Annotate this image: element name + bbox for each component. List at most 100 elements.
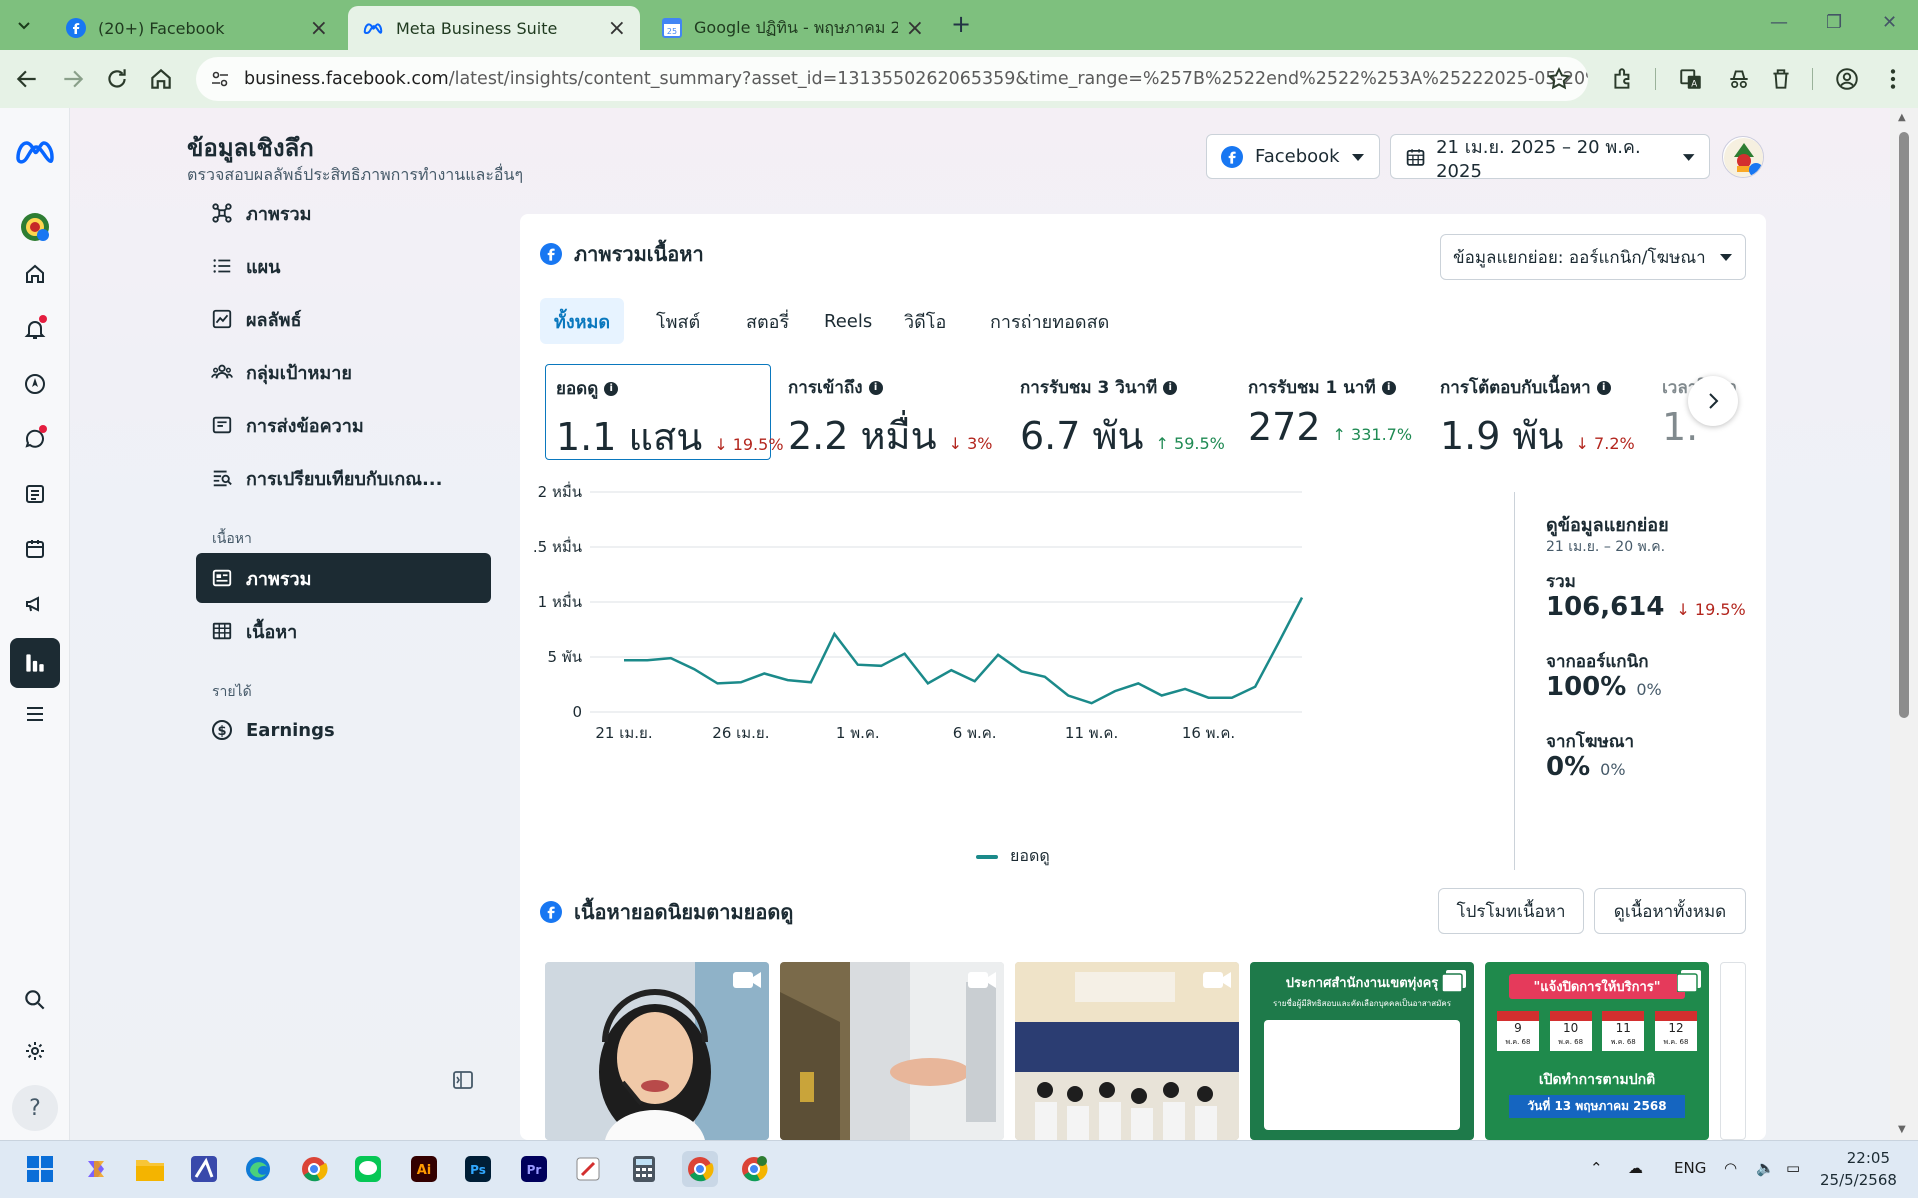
sidebar-item-audience[interactable]: กลุ่มเป้าหมาย <box>196 347 491 397</box>
bookmark-star-icon[interactable] <box>1546 66 1572 92</box>
forward-icon[interactable] <box>60 66 86 92</box>
onedrive-icon[interactable]: ☁ <box>1628 1159 1643 1177</box>
home-icon[interactable] <box>17 256 53 292</box>
scrollbar-thumb[interactable] <box>1899 132 1909 718</box>
browser-menu-icon[interactable] <box>1880 66 1906 92</box>
metric-engagement[interactable]: การโต้ตอบกับเนื้อหา i 1.9 พัน ↓ 7.2% <box>1430 364 1650 460</box>
tab-live[interactable]: การถ่ายทอดสด <box>976 298 1123 344</box>
restore-icon[interactable]: ❐ <box>1826 12 1842 33</box>
tab-stories[interactable]: สตอรี่ <box>732 298 803 344</box>
tab-facebook[interactable]: (20+) Facebook × <box>52 6 342 50</box>
tab-reels[interactable]: Reels <box>810 298 886 344</box>
metric-views[interactable]: ยอดดู i 1.1 แสน ↓ 19.5% <box>545 364 784 460</box>
wifi-icon[interactable]: ◠ <box>1724 1159 1737 1177</box>
spy-extension-icon[interactable] <box>1726 66 1752 92</box>
tab-posts[interactable]: โพสต์ <box>642 298 714 344</box>
ads-megaphone-icon[interactable] <box>17 586 53 622</box>
trash-icon[interactable] <box>1768 66 1794 92</box>
metric-reach[interactable]: การเข้าถึง i 2.2 หมื่น ↓ 3% <box>778 364 1006 460</box>
sidebar-item-content[interactable]: เนื้อหา <box>196 606 491 656</box>
top-content-thumbnail[interactable]: ประกาศสำนักงานเขตทุ่งครุ รายชื่อผู้มีสิท… <box>1250 962 1474 1140</box>
scroll-up-icon[interactable]: ▲ <box>1898 112 1906 123</box>
close-tab-icon[interactable]: × <box>608 16 626 41</box>
back-icon[interactable] <box>14 66 40 92</box>
content-posts-icon[interactable] <box>17 476 53 512</box>
top-content-thumbnail[interactable] <box>780 962 1004 1140</box>
profile-icon[interactable] <box>1834 66 1860 92</box>
premiere-icon[interactable]: Pr <box>516 1151 552 1187</box>
notifications-icon[interactable] <box>17 311 53 347</box>
address-bar[interactable]: business.facebook.com/latest/insights/co… <box>196 57 1588 101</box>
date-range-dropdown[interactable]: 21 เม.ย. 2025 – 20 พ.ค. 2025 <box>1390 134 1710 182</box>
tab-search-dropdown[interactable] <box>6 8 42 42</box>
page-scrollbar[interactable]: ▲ ▼ <box>1890 108 1918 1140</box>
tab-meta-business-suite[interactable]: Meta Business Suite × <box>348 6 640 50</box>
sidebar-item-messaging[interactable]: การส่งข้อความ <box>196 400 491 450</box>
platform-dropdown[interactable]: Facebook <box>1206 134 1380 179</box>
account-avatar[interactable] <box>1722 136 1764 178</box>
sidebar-item-benchmark[interactable]: การเปรียบเทียบกับเกณ... <box>196 453 491 503</box>
info-icon[interactable]: i <box>868 380 883 395</box>
input-language[interactable]: ENG <box>1674 1159 1706 1177</box>
home-icon[interactable] <box>148 66 174 92</box>
meta-logo-icon[interactable] <box>13 138 57 164</box>
close-tab-icon[interactable]: × <box>906 16 924 41</box>
top-content-thumbnail-partial[interactable] <box>1720 962 1746 1140</box>
line-app-icon[interactable] <box>350 1151 386 1187</box>
sidebar-item-results[interactable]: ผลลัพธ์ <box>196 294 491 344</box>
illustrator-icon[interactable]: Ai <box>406 1151 442 1187</box>
sidebar-item-plan[interactable]: แผน <box>196 241 491 291</box>
scroll-down-icon[interactable]: ▼ <box>1898 1124 1906 1135</box>
calculator-icon[interactable] <box>626 1151 662 1187</box>
info-icon[interactable]: i <box>1596 380 1611 395</box>
chrome-profile-icon[interactable] <box>736 1151 772 1187</box>
close-tab-icon[interactable]: × <box>310 16 328 41</box>
top-content-thumbnail[interactable] <box>545 962 769 1140</box>
top-content-thumbnail[interactable] <box>1015 962 1239 1140</box>
close-window-icon[interactable]: ✕ <box>1882 12 1897 33</box>
info-icon[interactable]: i <box>1381 380 1396 395</box>
promote-content-button[interactable]: โปรโมทเนื้อหา <box>1438 888 1584 934</box>
new-tab-button[interactable]: + <box>946 10 976 38</box>
tab-google-calendar[interactable]: 25 Google ปฏิทิน - พฤษภาคม 2025 × <box>648 6 938 50</box>
help-icon[interactable]: ? <box>12 1085 58 1131</box>
metric-1min-views[interactable]: การรับชม 1 นาที i 272 ↑ 331.7% <box>1238 364 1428 460</box>
file-explorer-icon[interactable] <box>132 1151 168 1187</box>
top-content-thumbnail[interactable]: "แจ้งปิดการให้บริการ" 9 พ.ค. 68 10 พ.ค. 68… <box>1485 962 1709 1140</box>
reload-icon[interactable] <box>104 66 130 92</box>
see-all-content-button[interactable]: ดูเนื้อหาทั้งหมด <box>1594 888 1746 934</box>
page-avatar-icon[interactable] <box>17 209 53 245</box>
tab-videos[interactable]: วิดีโอ <box>890 298 960 344</box>
sidebar-item-content-overview[interactable]: ภาพรวม <box>196 553 491 603</box>
metric-3s-views[interactable]: การรับชม 3 วินาที i 6.7 พัน ↑ 59.5% <box>1010 364 1236 460</box>
extensions-icon[interactable] <box>1610 66 1636 92</box>
collapse-sidebar-icon[interactable] <box>451 1068 475 1092</box>
battery-icon[interactable]: ▭ <box>1786 1159 1800 1177</box>
chrome-profile-icon[interactable] <box>682 1151 718 1187</box>
planner-calendar-icon[interactable] <box>17 531 53 567</box>
insights-bar-chart-icon[interactable] <box>10 638 60 688</box>
snipping-tool-icon[interactable] <box>570 1151 606 1187</box>
volume-icon[interactable]: 🔈 <box>1756 1159 1775 1177</box>
tray-overflow-chevron-icon[interactable]: ⌃ <box>1590 1159 1603 1177</box>
app-icon[interactable] <box>186 1151 222 1187</box>
minimize-icon[interactable]: — <box>1770 12 1788 33</box>
tab-all[interactable]: ทั้งหมด <box>540 298 625 344</box>
copilot-icon[interactable] <box>78 1151 114 1187</box>
photoshop-icon[interactable]: Ps <box>460 1151 496 1187</box>
translate-icon[interactable]: A <box>1678 66 1704 92</box>
search-icon[interactable] <box>17 982 53 1018</box>
compass-icon[interactable] <box>17 366 53 402</box>
info-icon[interactable]: i <box>1163 380 1178 395</box>
sidebar-item-earnings[interactable]: $ Earnings <box>196 705 491 755</box>
clock[interactable]: 22:05 25/5/2568 <box>1820 1147 1897 1191</box>
settings-gear-icon[interactable] <box>17 1033 53 1069</box>
breakdown-dropdown[interactable]: ข้อมูลแยกย่อย: ออร์แกนิก/โฆษณา <box>1440 234 1746 280</box>
windows-start-icon[interactable] <box>22 1151 58 1187</box>
site-info-icon[interactable] <box>210 69 230 89</box>
edge-browser-icon[interactable] <box>240 1151 276 1187</box>
inbox-chat-icon[interactable] <box>17 421 53 457</box>
all-tools-menu-icon[interactable] <box>17 696 53 732</box>
next-metrics-button[interactable] <box>1688 376 1738 426</box>
chrome-icon[interactable] <box>296 1151 332 1187</box>
